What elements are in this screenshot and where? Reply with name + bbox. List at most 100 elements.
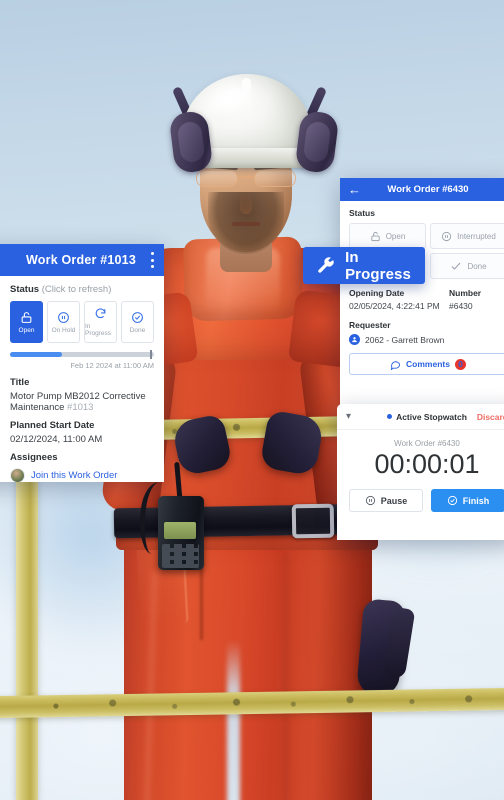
check-circle-icon [132,311,143,323]
join-work-order-link[interactable]: Join this Work Order [31,470,117,481]
worker-mouth [232,222,260,226]
app-screenshot: Work Order #1013 Status (Click to refres… [0,0,504,800]
right-status-open[interactable]: Open [349,223,426,249]
progress-bar[interactable] [10,350,154,359]
status-option-open[interactable]: Open [10,301,43,343]
stopwatch-header: ▾ Active Stopwatch Discard [337,404,504,430]
safety-glasses [196,170,296,187]
right-status-done[interactable]: Done [430,253,504,279]
radio-screen [164,522,196,539]
status-option-done[interactable]: Done [121,301,154,343]
glasses-left-lens [196,170,238,187]
title-field-value: Motor Pump MB2012 Corrective Maintenance… [10,391,154,413]
right-status-open-label: Open [385,231,406,241]
right-status-label: Status [349,208,375,218]
user-avatar-icon [349,334,360,345]
right-panel-header: ← Work Order #6430 [340,178,504,201]
in-progress-status-pill[interactable]: In Progress [303,247,425,284]
pause-circle-icon [365,495,375,506]
stopwatch-title: Active Stopwatch [396,411,467,422]
assignee-row[interactable]: Join this Work Order [10,468,154,482]
status-button-group: Open On Hold In Progress Done [10,301,154,343]
right-status-interrupted-label: Interrupted [457,231,496,241]
status-refresh-hint: (Click to refresh) [41,284,112,295]
progress-end-tick [150,350,152,359]
stopwatch-body: Work Order #6430 00:00:01 Pause Finish [337,430,504,512]
planned-start-label: Planned Start Date [10,420,95,431]
left-panel-header: Work Order #1013 [0,244,164,276]
worker-nose [240,192,252,214]
status-option-label: Open [18,326,35,334]
number-label: Number [449,288,482,298]
status-option-label: In Progress [85,323,112,337]
open-lock-icon [371,231,380,241]
requester-row[interactable]: 2062 - Garrett Brown [349,334,504,345]
planned-start-field: Planned Start Date 02/12/2024, 11:00 AM [10,420,154,445]
avatar [10,468,25,482]
number-field: Number #6430 [449,288,504,311]
chevron-down-icon[interactable]: ▾ [346,411,351,422]
check-circle-icon [447,495,457,506]
comments-button[interactable]: Comments 0 [349,353,504,375]
opening-date-field: Opening Date 02/05/2024, 4:22:41 PM [349,288,449,311]
stopwatch-time: 00:00:01 [374,449,480,479]
progress-fill [10,352,62,357]
status-option-in-progress[interactable]: In Progress [84,301,117,343]
leg-gap [227,640,240,800]
title-field: Title Motor Pump MB2012 Corrective Maint… [10,377,154,413]
left-panel-body: Status (Click to refresh) Open On Hold I… [0,276,164,482]
right-status-interrupted[interactable]: Interrupted [430,223,504,249]
right-panel-body: Status Open Interrupted Done Opening Dat… [340,201,504,375]
meta-row: Opening Date 02/05/2024, 4:22:41 PM Numb… [349,288,504,311]
check-icon [452,262,461,270]
title-field-number: #1013 [67,402,94,413]
finish-button-label: Finish [462,495,490,506]
pause-circle-icon [58,311,69,323]
assignees-field: Assignees Join this Work Order [10,452,154,482]
requester-name: 2062 - Garrett Brown [365,334,445,345]
work-order-1013-panel: Work Order #1013 Status (Click to refres… [0,244,164,482]
work-order-6430-panel: ← Work Order #6430 Status Open Interrupt… [340,178,504,418]
comments-label: Comments [406,359,450,369]
status-dot-icon [387,414,393,419]
leg-fold [282,552,289,800]
pause-button-label: Pause [380,495,408,506]
active-stopwatch-card: ▾ Active Stopwatch Discard Work Order #6… [337,404,504,540]
glasses-bridge [238,176,254,178]
user-glyph-icon [352,337,357,343]
stopwatch-work-order: Work Order #6430 [394,439,460,448]
requester-label: Requester [349,320,391,330]
left-panel-title: Work Order #1013 [26,253,136,267]
kebab-menu-icon[interactable] [151,252,154,268]
status-label: Status (Click to refresh) [10,284,154,295]
number-value: #6430 [449,301,473,311]
right-status-done-label: Done [467,261,487,271]
progress-date: Feb 12 2024 at 11:00 AM [70,361,154,370]
status-option-label: Done [129,326,146,334]
pause-button[interactable]: Pause [349,489,423,512]
discard-button[interactable]: Discard [477,412,504,422]
stopwatch-actions: Pause Finish [337,480,504,512]
glasses-right-lens [254,170,296,187]
requester-field: Requester 2062 - Garrett Brown [349,320,504,345]
status-label-text: Status [10,284,40,295]
opening-date-label: Opening Date [349,288,405,298]
finish-button[interactable]: Finish [431,489,504,512]
right-panel-title: Work Order #6430 [387,184,469,195]
pause-circle-icon [442,231,452,241]
comments-badge: 0 [454,358,466,370]
belt-buckle [291,503,335,539]
wrench-icon [318,257,334,273]
status-option-label: On Hold [51,326,76,334]
comment-bubble-icon [390,360,401,370]
radio-keypad [162,544,199,568]
back-arrow-icon[interactable]: ← [348,183,361,196]
opening-date-value: 02/05/2024, 4:22:41 PM [349,301,440,311]
title-field-label: Title [10,377,30,388]
assignees-label: Assignees [10,452,58,463]
open-lock-icon [21,311,32,323]
status-option-on-hold[interactable]: On Hold [47,301,80,343]
in-progress-label: In Progress [345,248,411,283]
planned-start-value: 02/12/2024, 11:00 AM [10,434,103,445]
refresh-arrow-icon [95,308,106,319]
